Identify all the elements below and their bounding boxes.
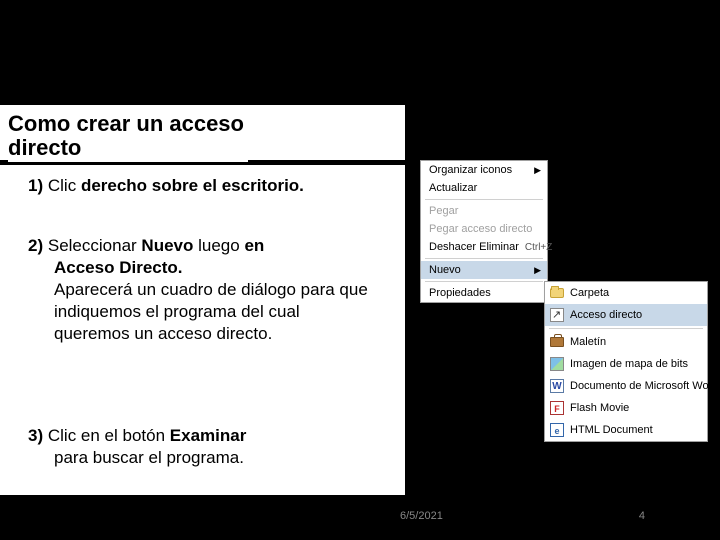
step-3-b: Examinar xyxy=(170,426,247,445)
step-2: 2) Seleccionar Nuevo luego en Acceso Dir… xyxy=(28,235,368,345)
menu-separator xyxy=(425,281,543,282)
submenu-item-maletin[interactable]: Maletín xyxy=(545,331,707,353)
step-2-c: luego xyxy=(198,236,240,255)
menu-item-deshacer[interactable]: Deshacer Eliminar Ctrl+Z xyxy=(421,238,547,256)
submenu-item-label: Maletín xyxy=(570,336,606,348)
menu-item-shortcut: Ctrl+Z xyxy=(519,242,553,253)
step-3: 3) Clic en el botón Examinar para buscar… xyxy=(28,425,368,469)
slide-title: Como crear un acceso directo xyxy=(8,110,248,162)
slide: Como crear un acceso directo 1) Clic der… xyxy=(0,0,720,540)
step-1-pre: Clic xyxy=(48,176,76,195)
footer-page-number: 4 xyxy=(639,510,645,522)
footer-date: 6/5/2021 xyxy=(400,510,443,522)
briefcase-icon xyxy=(549,334,565,350)
menu-separator xyxy=(549,328,703,329)
submenu-item-label: Documento de Microsoft Word xyxy=(570,380,718,392)
menu-separator xyxy=(425,258,543,259)
step-3-rest: para buscar el programa. xyxy=(28,447,368,469)
folder-icon xyxy=(549,285,565,301)
step-3-num: 3) xyxy=(28,426,43,445)
context-menu: Organizar iconos ▶ Actualizar Pegar Pega… xyxy=(420,160,548,303)
step-3-a: Clic en el botón xyxy=(48,426,165,445)
menu-item-label: Propiedades xyxy=(429,287,491,299)
submenu-item-label: HTML Document xyxy=(570,424,653,436)
submenu-item-label: Imagen de mapa de bits xyxy=(570,358,688,370)
menu-item-label: Actualizar xyxy=(429,182,477,194)
submenu-item-html[interactable]: e HTML Document xyxy=(545,419,707,441)
menu-item-pegar-acceso: Pegar acceso directo xyxy=(421,220,547,238)
menu-item-label: Organizar iconos xyxy=(429,164,512,176)
submenu-item-word[interactable]: W Documento de Microsoft Word xyxy=(545,375,707,397)
submenu-item-carpeta[interactable]: Carpeta xyxy=(545,282,707,304)
html-icon: e xyxy=(549,422,565,438)
submenu-item-flash[interactable]: F Flash Movie xyxy=(545,397,707,419)
step-2-num: 2) xyxy=(28,236,43,255)
step-2-b: Nuevo xyxy=(141,236,193,255)
step-1-num: 1) xyxy=(28,176,43,195)
step-1-bold: derecho sobre el escritorio. xyxy=(81,176,304,195)
step-2-a: Seleccionar xyxy=(48,236,137,255)
bitmap-icon xyxy=(549,356,565,372)
context-menu-illustration: Organizar iconos ▶ Actualizar Pegar Pega… xyxy=(420,160,705,303)
word-icon: W xyxy=(549,378,565,394)
flash-icon: F xyxy=(549,400,565,416)
chevron-right-icon: ▶ xyxy=(528,265,541,276)
submenu-item-acceso-directo[interactable]: Acceso directo xyxy=(545,304,707,326)
menu-item-nuevo[interactable]: Nuevo ▶ xyxy=(421,261,547,279)
submenu-item-label: Acceso directo xyxy=(570,309,642,321)
menu-item-propiedades[interactable]: Propiedades xyxy=(421,284,547,302)
step-1: 1) Clic derecho sobre el escritorio. xyxy=(28,175,368,196)
step-2-d: en xyxy=(244,236,264,255)
submenu-item-label: Flash Movie xyxy=(570,402,629,414)
shortcut-icon xyxy=(549,307,565,323)
menu-item-organizar[interactable]: Organizar iconos ▶ xyxy=(421,161,547,179)
menu-item-label: Deshacer Eliminar xyxy=(429,241,519,253)
submenu-item-bmp[interactable]: Imagen de mapa de bits xyxy=(545,353,707,375)
step-2-line2: Acceso Directo. xyxy=(54,258,183,277)
menu-item-label: Pegar xyxy=(429,205,458,217)
menu-item-pegar: Pegar xyxy=(421,202,547,220)
submenu-nuevo: Carpeta Acceso directo Maletín Imagen de… xyxy=(544,281,708,442)
step-2-rest: Aparecerá un cuadro de diálogo para que … xyxy=(54,280,368,343)
submenu-item-label: Carpeta xyxy=(570,287,609,299)
menu-item-label: Pegar acceso directo xyxy=(429,223,532,235)
menu-item-label: Nuevo xyxy=(429,264,461,276)
menu-separator xyxy=(425,199,543,200)
menu-item-actualizar[interactable]: Actualizar xyxy=(421,179,547,197)
chevron-right-icon: ▶ xyxy=(528,165,541,176)
